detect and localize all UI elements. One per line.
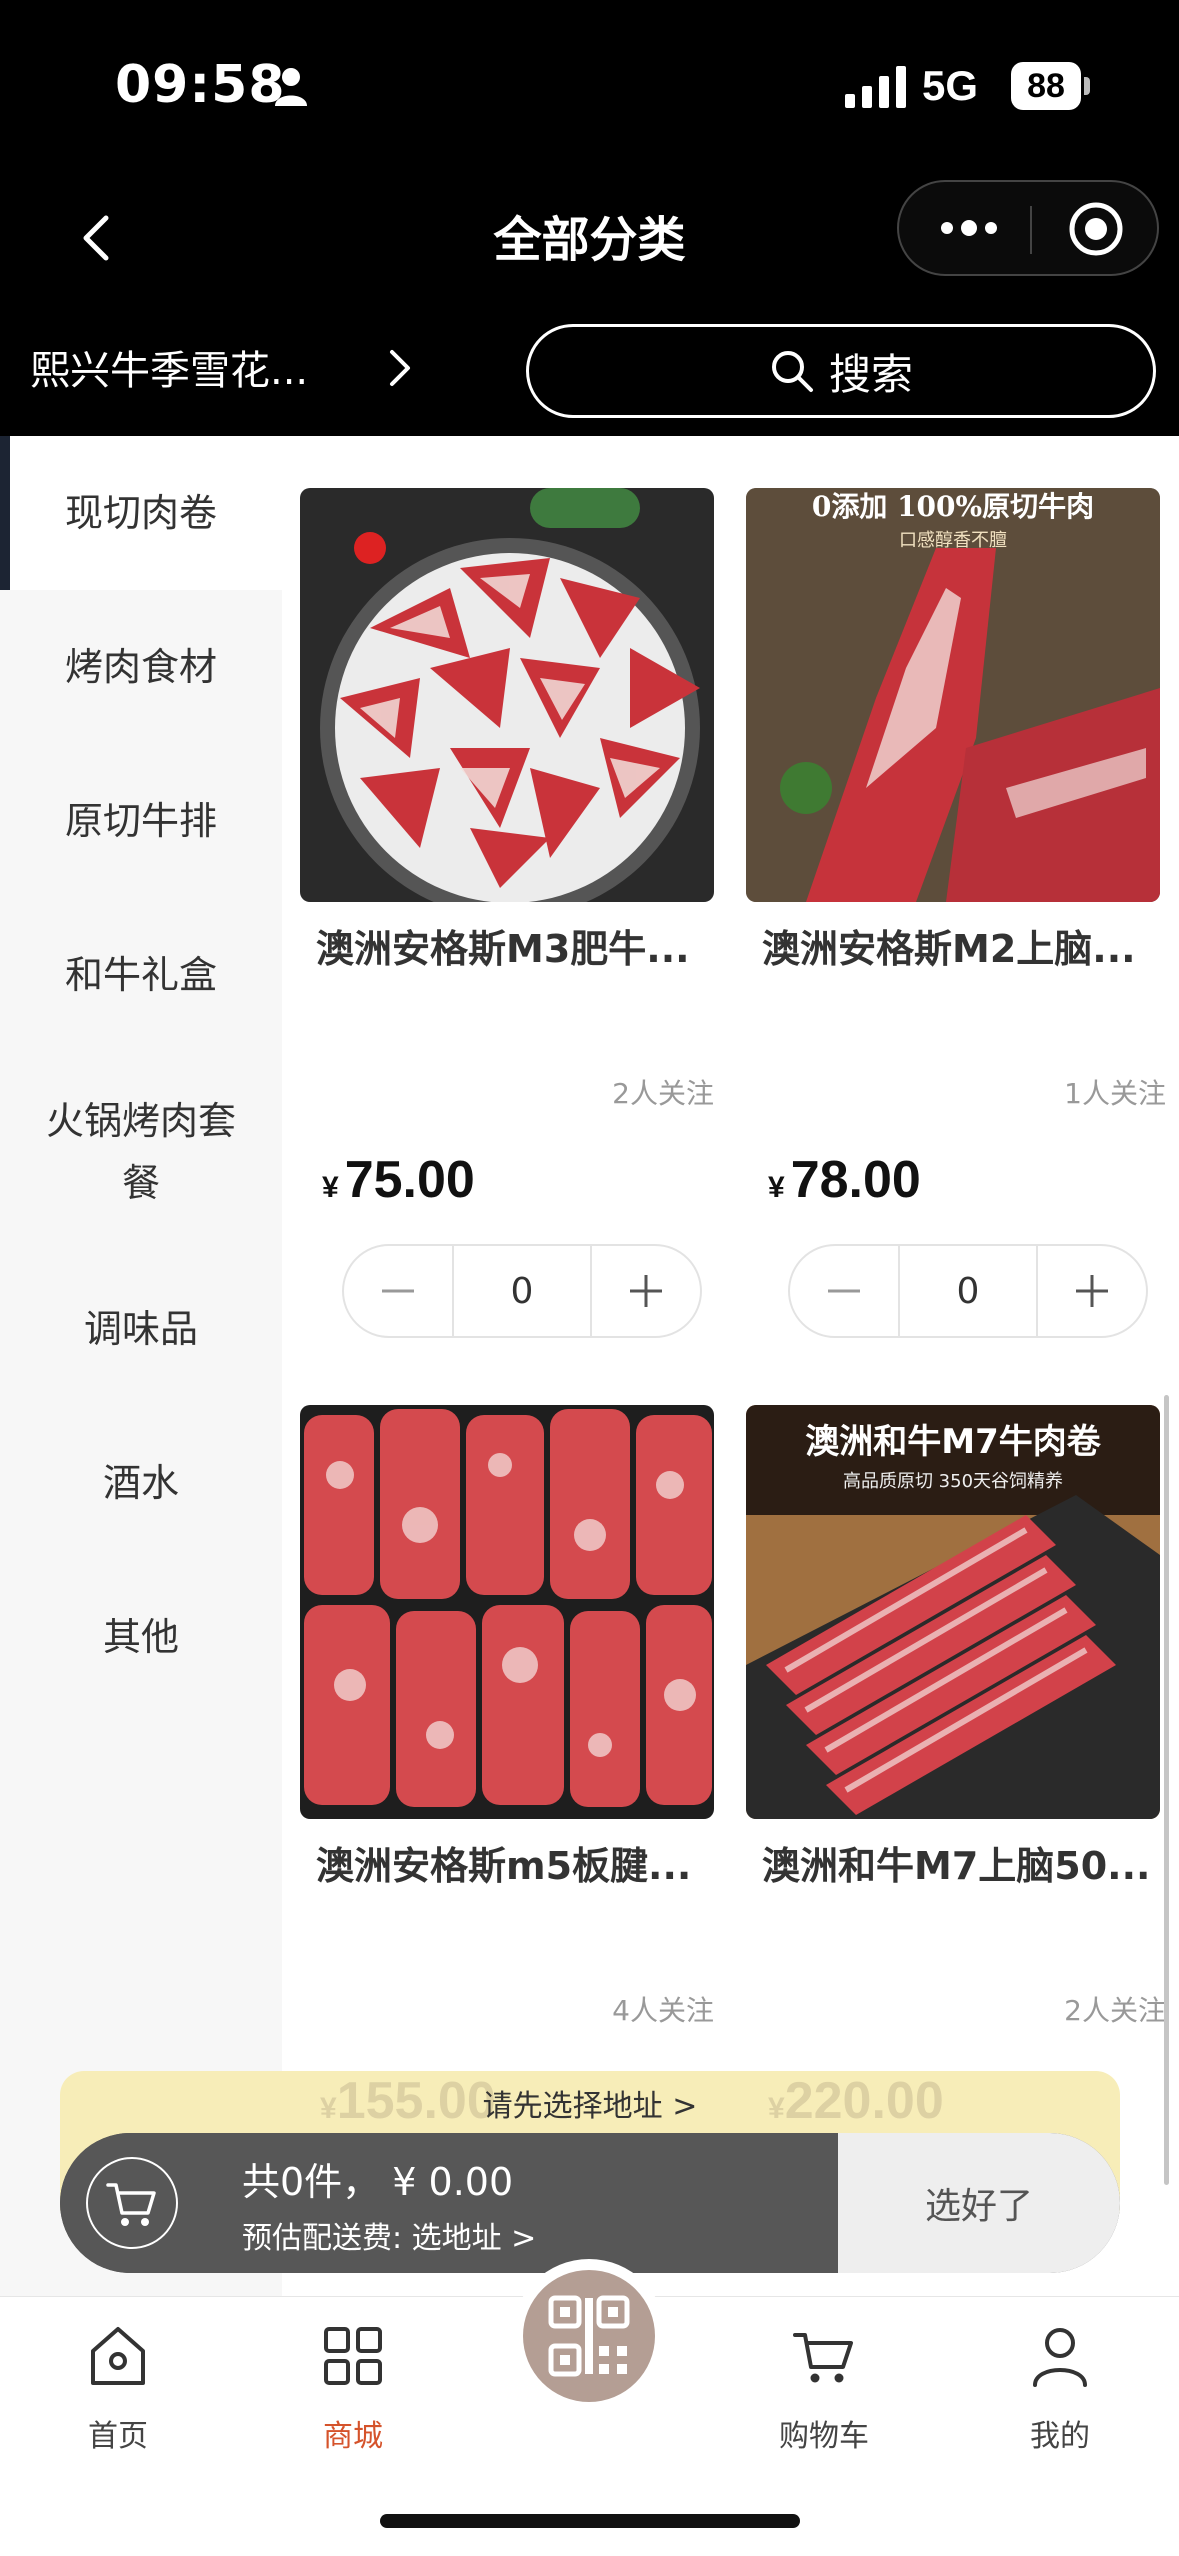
plus-icon bbox=[630, 1275, 662, 1307]
product-name[interactable]: 澳洲安格斯M3肥牛... bbox=[316, 918, 716, 973]
sidebar-item-bbq-ingredients[interactable]: 烤肉食材 bbox=[0, 590, 282, 744]
sidebar-item-drinks[interactable]: 酒水 bbox=[0, 1406, 282, 1560]
status-bar: 09:58 5G 88 bbox=[0, 0, 1179, 170]
product-name[interactable]: 澳洲安格斯m5板腱... bbox=[316, 1835, 716, 1890]
tab-label: 商城 bbox=[323, 2419, 383, 2454]
decrement-button[interactable] bbox=[344, 1246, 452, 1336]
quantity-value[interactable]: 0 bbox=[898, 1246, 1038, 1336]
sidebar-item-label: 原切牛排 bbox=[64, 799, 217, 843]
image-subcaption: 口感醇香不膻 bbox=[899, 530, 1007, 551]
cart-summary-panel[interactable]: 共0件， ¥ 0.00 预估配送费: 选地址 > bbox=[60, 2133, 838, 2273]
increment-button[interactable] bbox=[1038, 1246, 1146, 1336]
follow-count: 4人关注 bbox=[612, 1994, 714, 2027]
user-icon bbox=[1033, 2328, 1087, 2387]
minus-icon bbox=[382, 1289, 414, 1293]
product-image[interactable]: 0添加 100%原切牛肉 口感醇香不膻 bbox=[746, 488, 1160, 902]
follow-count: 2人关注 bbox=[1064, 1994, 1166, 2027]
cart-icon bbox=[106, 2183, 156, 2226]
product-price: ¥78.00 bbox=[768, 1150, 921, 1210]
sidebar-item-wagyu-gift-box[interactable]: 和牛礼盒 bbox=[0, 898, 282, 1052]
mini-program-capsule bbox=[897, 180, 1159, 276]
battery-nub bbox=[1084, 77, 1090, 95]
grid-icon bbox=[324, 2327, 382, 2385]
price-value: 75.00 bbox=[344, 1151, 475, 1209]
sidebar-item-label: 酒水 bbox=[102, 1461, 179, 1505]
product-card[interactable]: 0添加 100%原切牛肉 口感醇香不膻 澳洲安格斯M2上脑... 1人关注 ¥7… bbox=[746, 488, 1166, 1358]
address-prompt[interactable]: 请先选择地址 > bbox=[60, 2081, 1120, 2125]
decrement-button[interactable] bbox=[790, 1246, 898, 1336]
tab-home[interactable]: 首页 bbox=[48, 2321, 188, 2455]
home-icon bbox=[91, 2327, 145, 2385]
cart-bar: 共0件， ¥ 0.00 预估配送费: 选地址 > 选好了 bbox=[60, 2133, 1120, 2273]
product-card[interactable]: 澳洲和牛M7牛肉卷 高品质原切 350天谷饲精养 澳洲和牛M7上脑50... 2… bbox=[746, 1405, 1166, 2105]
active-indicator bbox=[0, 436, 10, 590]
status-time: 09:58 bbox=[115, 55, 286, 115]
store-selector[interactable]: 熙兴牛季雪花... bbox=[30, 338, 350, 396]
tab-mall[interactable]: 商城 bbox=[283, 2321, 423, 2455]
qr-code-icon bbox=[548, 2295, 630, 2377]
follow-count: 2人关注 bbox=[612, 1077, 714, 1110]
sidebar-item-other[interactable]: 其他 bbox=[0, 1560, 282, 1714]
scrollbar[interactable] bbox=[1164, 1395, 1169, 2185]
increment-button[interactable] bbox=[592, 1246, 700, 1336]
product-name[interactable]: 澳洲和牛M7上脑50... bbox=[762, 1835, 1162, 1890]
tab-profile[interactable]: 我的 bbox=[990, 2321, 1130, 2455]
image-caption: 0添加 100%原切牛肉 bbox=[812, 490, 1094, 523]
sidebar-item-label: 现切肉卷 bbox=[64, 491, 217, 535]
product-image[interactable] bbox=[300, 488, 714, 902]
currency-symbol: ¥ bbox=[768, 1171, 785, 1204]
delivery-fee-link[interactable]: 预估配送费: 选地址 > bbox=[242, 2213, 536, 2257]
battery-icon: 88 bbox=[1011, 62, 1081, 110]
tab-label: 购物车 bbox=[779, 2419, 869, 2454]
quantity-stepper: 0 bbox=[342, 1244, 702, 1338]
product-card[interactable]: 澳洲安格斯M3肥牛... 2人关注 ¥75.00 0 bbox=[300, 488, 720, 1358]
plus-icon bbox=[1076, 1275, 1108, 1307]
cart-total: 共0件， ¥ 0.00 bbox=[242, 2160, 514, 2204]
tab-scan[interactable] bbox=[512, 2259, 666, 2413]
sidebar-item-label: 火锅烤肉套餐 bbox=[45, 1099, 236, 1205]
quantity-value[interactable]: 0 bbox=[452, 1246, 592, 1336]
signal-icon bbox=[845, 66, 906, 108]
search-input[interactable]: 搜索 bbox=[526, 324, 1156, 418]
network-label: 5G bbox=[922, 62, 979, 109]
person-icon bbox=[275, 68, 307, 106]
sidebar-item-condiments[interactable]: 调味品 bbox=[0, 1252, 282, 1406]
home-indicator bbox=[380, 2514, 800, 2528]
nav-bar: 全部分类 bbox=[0, 170, 1179, 310]
sidebar-item-steaks[interactable]: 原切牛排 bbox=[0, 744, 282, 898]
checkout-button[interactable]: 选好了 bbox=[838, 2133, 1120, 2273]
capsule-divider bbox=[1030, 206, 1032, 254]
chevron-right-icon[interactable] bbox=[380, 340, 420, 396]
sidebar-item-label: 烤肉食材 bbox=[64, 645, 217, 689]
tab-label: 首页 bbox=[88, 2419, 148, 2454]
currency-symbol: ¥ bbox=[322, 1171, 339, 1204]
sidebar-item-label: 和牛礼盒 bbox=[64, 953, 217, 997]
sidebar-item-hotpot-bbq-set[interactable]: 火锅烤肉套餐 bbox=[0, 1052, 282, 1252]
follow-count: 1人关注 bbox=[1064, 1077, 1166, 1110]
image-subcaption: 高品质原切 350天谷饲精养 bbox=[843, 1471, 1063, 1492]
image-caption: 澳洲和牛M7牛肉卷 bbox=[805, 1422, 1101, 1462]
product-image[interactable] bbox=[300, 1405, 714, 1819]
price-value: 78.00 bbox=[790, 1151, 921, 1209]
category-sidebar: 现切肉卷 烤肉食材 原切牛排 和牛礼盒 火锅烤肉套餐 调味品 酒水 其他 bbox=[0, 436, 282, 2296]
sidebar-item-label: 调味品 bbox=[83, 1307, 198, 1351]
minus-icon bbox=[828, 1289, 860, 1293]
sidebar-item-fresh-cut-rolls[interactable]: 现切肉卷 bbox=[0, 436, 282, 590]
search-label: 搜索 bbox=[828, 349, 913, 399]
product-image[interactable]: 澳洲和牛M7牛肉卷 高品质原切 350天谷饲精养 bbox=[746, 1405, 1160, 1819]
product-price: ¥75.00 bbox=[322, 1150, 475, 1210]
product-card[interactable]: 澳洲安格斯m5板腱... 4人关注 bbox=[300, 1405, 720, 2105]
cart-icon bbox=[793, 2333, 853, 2383]
more-icon[interactable] bbox=[937, 208, 1001, 248]
quantity-stepper: 0 bbox=[788, 1244, 1148, 1338]
close-target-icon[interactable] bbox=[1067, 200, 1125, 258]
product-name[interactable]: 澳洲安格斯M2上脑... bbox=[762, 918, 1162, 973]
tab-cart[interactable]: 购物车 bbox=[754, 2321, 894, 2455]
search-icon bbox=[771, 351, 813, 392]
sidebar-item-label: 其他 bbox=[102, 1615, 179, 1659]
store-bar: 熙兴牛季雪花... 搜索 bbox=[0, 310, 1179, 436]
tab-label: 我的 bbox=[1030, 2419, 1090, 2454]
cart-button[interactable] bbox=[86, 2157, 178, 2249]
